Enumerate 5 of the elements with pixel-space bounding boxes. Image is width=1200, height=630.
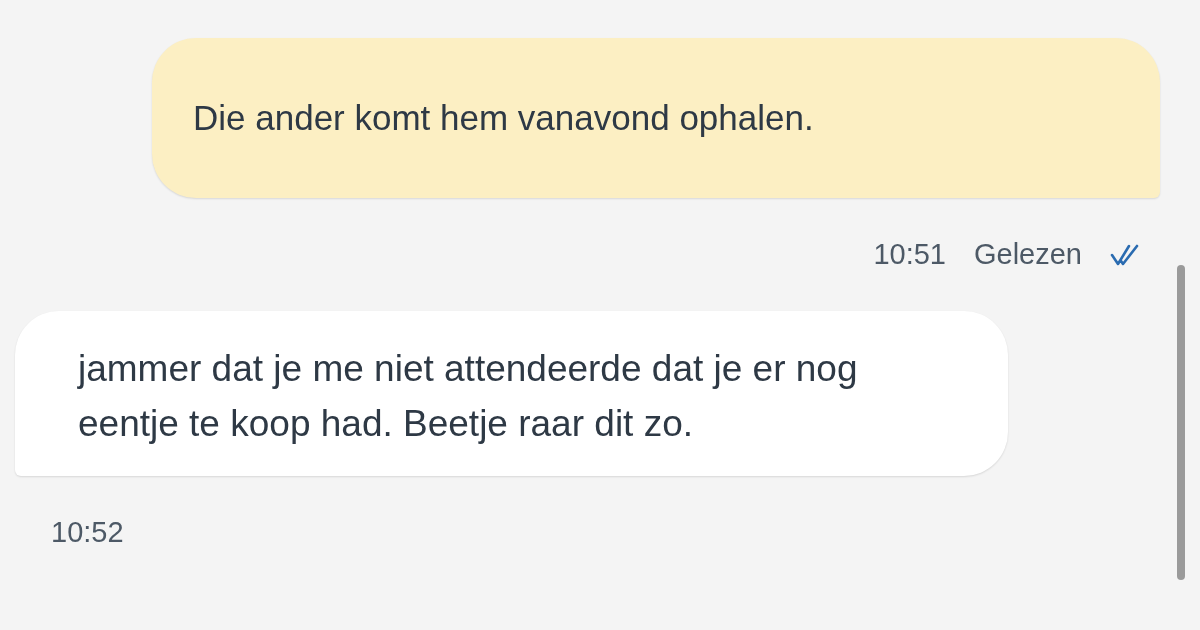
message-bubble: Die ander komt hem vanavond ophalen. [152,38,1160,198]
message-bubble: jammer dat je me niet attendeerde dat je er nog eentje te koop had. Beetje raar dit zo. [15,311,1008,476]
message-time: 10:51 [873,238,946,271]
read-status: Gelezen [974,238,1082,271]
message-time: 10:52 [51,516,124,549]
